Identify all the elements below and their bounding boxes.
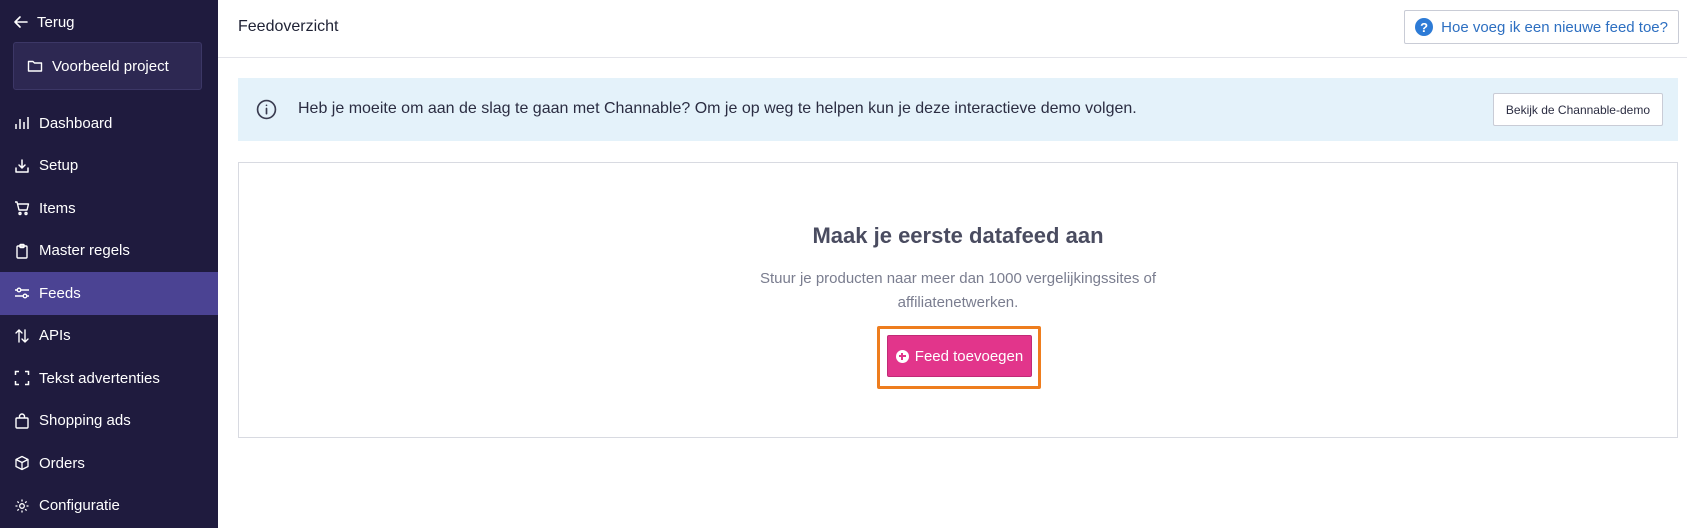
sidebar-item-label: Tekst advertenties [39, 369, 160, 387]
sidebar-item-feeds[interactable]: Feeds [0, 272, 218, 315]
sidebar-item-dashboard[interactable]: Dashboard [0, 102, 218, 145]
banner-text: Heb je moeite om aan de slag te gaan met… [298, 100, 1137, 117]
empty-state-description: Stuur je producten naar meer dan 1000 ve… [759, 270, 1157, 311]
info-icon [256, 99, 277, 120]
frame-corners-icon [14, 371, 30, 386]
sidebar-item-items[interactable]: Items [0, 187, 218, 230]
sidebar-item-label: APIs [39, 327, 71, 345]
arrows-up-down-icon [15, 329, 29, 343]
sidebar-item-label: Orders [39, 454, 85, 472]
sidebar-item-label: Master regels [39, 242, 130, 260]
add-feed-button-label: Feed toevoegen [914, 347, 1024, 365]
help-button[interactable]: ? Hoe voeg ik een nieuwe feed toe? [1404, 10, 1679, 44]
sidebar-item-setup[interactable]: Setup [0, 145, 218, 188]
sidebar-item-apis[interactable]: APIs [0, 315, 218, 358]
gear-icon [15, 499, 29, 513]
back-link[interactable]: Terug [13, 10, 75, 34]
download-tray-icon [15, 159, 29, 173]
sidebar-item-label: Shopping ads [39, 412, 131, 430]
sidebar-item-master-regels[interactable]: Master regels [0, 230, 218, 273]
info-banner: Heb je moeite om aan de slag te gaan met… [238, 78, 1678, 141]
page-header: Feedoverzicht ? Hoe voeg ik een nieuwe f… [218, 0, 1687, 58]
sidebar-item-tekst-advertenties[interactable]: Tekst advertenties [0, 357, 218, 400]
empty-state-card: Maak je eerste datafeed aan Stuur je pro… [238, 162, 1678, 438]
sidebar-item-label: Setup [39, 157, 79, 175]
box-icon [15, 456, 29, 471]
help-button-label: Hoe voeg ik een nieuwe feed toe? [1441, 18, 1668, 36]
cart-icon [15, 201, 30, 216]
sliders-icon [15, 287, 29, 299]
sidebar-item-configuratie[interactable]: Configuratie [0, 485, 218, 528]
shopping-bag-icon [15, 413, 29, 429]
sidebar: Terug Voorbeeld project Dashboard Setup … [0, 0, 218, 528]
project-selector[interactable]: Voorbeeld project [13, 42, 202, 90]
sidebar-item-orders[interactable]: Orders [0, 442, 218, 485]
sidebar-item-shopping-ads[interactable]: Shopping ads [0, 400, 218, 443]
sidebar-item-label: Dashboard [39, 114, 113, 132]
sidebar-nav: Dashboard Setup Items Master regels Feed… [0, 102, 218, 527]
question-icon: ? [1415, 18, 1434, 36]
page-title: Feedoverzicht [238, 18, 339, 35]
empty-state-title: Maak je eerste datafeed aan [812, 223, 1104, 248]
bar-chart-icon [15, 117, 29, 130]
sidebar-item-label: Items [39, 199, 76, 217]
sidebar-item-label: Configuratie [39, 497, 120, 515]
clipboard-icon [16, 243, 28, 259]
arrow-left-icon [14, 16, 28, 28]
sidebar-item-label: Feeds [39, 284, 81, 302]
demo-button[interactable]: Bekijk de Channable-demo [1492, 93, 1663, 126]
project-name: Voorbeeld project [52, 57, 169, 75]
add-feed-button[interactable]: Feed toevoegen [887, 335, 1032, 377]
back-label: Terug [37, 13, 75, 31]
plus-circle-icon [895, 349, 909, 363]
folder-icon [27, 60, 43, 72]
